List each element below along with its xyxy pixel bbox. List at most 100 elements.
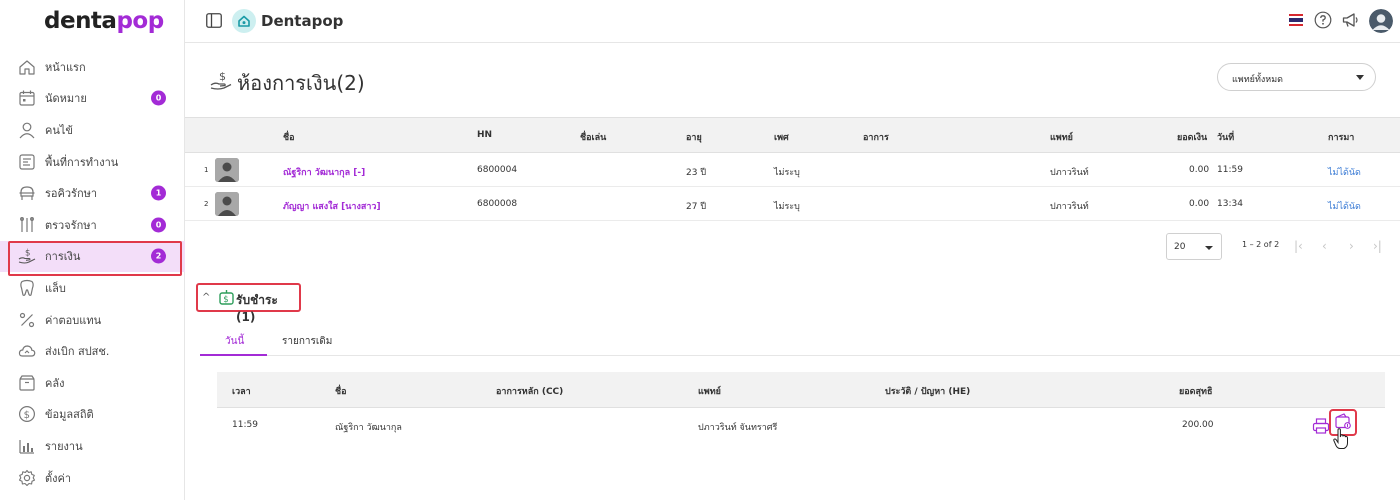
page-title: ห้องการเงิน(2) — [237, 71, 365, 95]
age-cell: 23 ปี — [686, 168, 707, 178]
hand-money-icon: $ — [18, 247, 36, 265]
patient-avatar — [215, 192, 239, 216]
thai-flag-icon[interactable] — [1289, 14, 1303, 26]
col-visit-header[interactable]: การมา — [1328, 130, 1354, 144]
doctor-filter-select[interactable]: แพทย์ทั้งหมด — [1217, 63, 1376, 91]
col-symptom-header[interactable]: อาการ — [863, 130, 889, 144]
sex-cell: ไม่ระบุ — [774, 168, 800, 178]
col-net-amount-header: ยอดสุทธิ — [1179, 387, 1213, 397]
doctor-cell: ปภาวรินท์ — [1050, 202, 1089, 212]
sidebar-item-calendar[interactable]: นัดหมาย 0 — [0, 83, 185, 115]
time-cell: 11:59 — [232, 420, 258, 430]
count-badge: 1 — [151, 185, 166, 201]
sidebar-item-cloud-upload[interactable]: ส่งเบิก สปสช. — [0, 335, 185, 367]
top-bar: Dentapop — [185, 0, 1400, 43]
payment-section-toggle[interactable]: ^ $ รับชำระ (1) — [196, 283, 301, 324]
hn-cell: 6800004 — [477, 165, 518, 175]
sidebar-item-workspace[interactable]: พื้นที่การทำงาน — [0, 146, 185, 178]
sidebar: dentapop หน้าแรก นัดหมาย 0 คนไข้ พื้นที่การท… — [0, 0, 185, 500]
net-amount-cell: 200.00 — [1182, 420, 1214, 430]
sidebar-item-label: คลัง — [45, 376, 65, 390]
col-nickname-header[interactable]: ชื่อเล่น — [580, 130, 606, 144]
previous-page-icon[interactable]: ‹ — [1322, 240, 1327, 252]
finance-queue-table: ชื่อ HN ชื่อเล่น อายุ เพศ อาการ แพทย์ ยอดเงิน วั… — [185, 117, 1400, 221]
sidebar-item-waiting-chair[interactable]: รอคิวรักษา 1 — [0, 177, 185, 209]
sidebar-item-user[interactable]: คนไข้ — [0, 114, 185, 146]
help-icon[interactable] — [1314, 11, 1332, 29]
hand-money-icon: $ — [210, 70, 232, 90]
date-cell: 13:34 — [1217, 199, 1243, 209]
chevron-up-icon: ^ — [202, 292, 211, 303]
col-hn-header[interactable]: HN — [477, 130, 492, 140]
app-title: Dentapop — [261, 12, 344, 30]
sidebar-item-label: ส่งเบิก สปสช. — [45, 345, 110, 359]
visit-status-link[interactable]: ไม่ได้นัด — [1328, 165, 1361, 179]
col-doctor-header: แพทย์ — [698, 387, 721, 397]
sidebar-item-tooth[interactable]: แล็บ — [0, 272, 185, 304]
amount-cell: 0.00 — [1189, 165, 1210, 175]
svg-text:$: $ — [223, 295, 228, 305]
sidebar-item-bar-chart[interactable]: รายงาน — [0, 430, 185, 462]
first-page-icon[interactable]: |‹ — [1294, 240, 1303, 252]
visit-status-link[interactable]: ไม่ได้นัด — [1328, 199, 1361, 213]
row-number: 2 — [204, 200, 209, 208]
user-avatar-icon[interactable] — [1369, 9, 1393, 33]
table-row[interactable]: 2 ภัญญา แสงใส [นางสาว] 6800008 27 ปี ไม่ระบุ… — [185, 187, 1400, 221]
row-number: 1 — [204, 166, 209, 174]
sidebar-item-gear[interactable]: ตั้งค่า — [0, 462, 185, 494]
sidebar-item-label: ตรวจรักษา — [45, 218, 97, 232]
bar-chart-icon — [18, 437, 36, 455]
print-icon[interactable] — [1312, 417, 1330, 435]
sidebar-item-dollar-circle[interactable]: $ ข้อมูลสถิติ — [0, 399, 185, 431]
sidebar-item-label: แล็บ — [45, 281, 66, 295]
gear-icon — [18, 469, 36, 487]
patient-name-link[interactable]: ณัฐริกา วัฒนากุล [-] — [283, 165, 365, 179]
percent-icon — [18, 311, 36, 329]
announcement-icon[interactable] — [1342, 12, 1360, 28]
page-header: $ ห้องการเงิน(2) แพทย์ทั้งหมด — [185, 43, 1400, 117]
sidebar-item-box[interactable]: คลัง — [0, 367, 185, 399]
col-time-header: เวลา — [232, 387, 251, 397]
col-doctor-header[interactable]: แพทย์ — [1050, 130, 1073, 144]
sidebar-item-home[interactable]: หน้าแรก — [0, 51, 185, 83]
patient-name-cell: ณัฐริกา วัฒนากุล — [335, 423, 402, 433]
box-icon — [18, 374, 36, 392]
next-page-icon[interactable]: › — [1349, 240, 1354, 252]
sidebar-item-label: การเงิน — [45, 250, 81, 264]
col-name-header[interactable]: ชื่อ — [283, 130, 295, 144]
doctor-cell: ปภาวรินท์ จันทราศรี — [698, 423, 778, 433]
tab-today[interactable]: วันนี้ — [225, 334, 244, 349]
doctor-filter-value: แพทย์ทั้งหมด — [1232, 75, 1283, 85]
table-row[interactable]: 1 ณัฐริกา วัฒนากุล [-] 6800004 23 ปี ไม่ระบุ… — [185, 153, 1400, 187]
page-size-select[interactable]: 20 — [1166, 233, 1222, 260]
payment-table-body: 11:59 ณัฐริกา วัฒนากุล ปภาวรินท์ จันทราศรี… — [217, 408, 1385, 444]
sidebar-item-hand-money[interactable]: $ การเงิน 2 — [0, 240, 185, 276]
sidebar-item-dental-tools[interactable]: ตรวจรักษา 0 — [0, 209, 185, 241]
sidebar-item-label: รายงาน — [45, 439, 83, 453]
active-tab-indicator — [200, 354, 267, 356]
payment-section-label: รับชำระ (1) — [236, 293, 278, 324]
money-download-icon: $ — [219, 290, 234, 305]
col-amount-header[interactable]: ยอดเงิน — [1177, 130, 1207, 144]
sidebar-item-percent[interactable]: ค่าตอบแทน — [0, 304, 185, 336]
chevron-down-icon — [1356, 75, 1364, 80]
sidebar-toggle-icon[interactable] — [206, 13, 222, 28]
user-icon — [18, 121, 36, 139]
svg-text:$: $ — [24, 410, 30, 421]
col-sex-header[interactable]: เพศ — [774, 130, 789, 144]
sidebar-item-label: รอคิวรักษา — [45, 187, 98, 201]
sidebar-item-label: ค่าตอบแทน — [45, 313, 102, 327]
col-name-header: ชื่อ — [335, 387, 347, 397]
sidebar-item-label: นัดหมาย — [45, 92, 87, 106]
sidebar-item-label: ข้อมูลสถิติ — [45, 408, 94, 422]
svg-text:$: $ — [219, 70, 226, 83]
dentapop-logo[interactable]: dentapop — [44, 8, 164, 34]
age-cell: 27 ปี — [686, 202, 707, 212]
col-date-header[interactable]: วันที่ — [1217, 130, 1234, 144]
col-age-header[interactable]: อายุ — [686, 130, 702, 144]
payment-tabs: วันนี้ รายการเดิม — [200, 325, 1400, 356]
tab-previous-items[interactable]: รายการเดิม — [282, 334, 332, 349]
last-page-icon[interactable]: ›| — [1373, 240, 1382, 252]
payment-table: เวลา ชื่อ อาการหลัก (CC) แพทย์ ประวัติ / ปัญ… — [217, 372, 1385, 444]
patient-name-link[interactable]: ภัญญา แสงใส [นางสาว] — [283, 199, 381, 213]
